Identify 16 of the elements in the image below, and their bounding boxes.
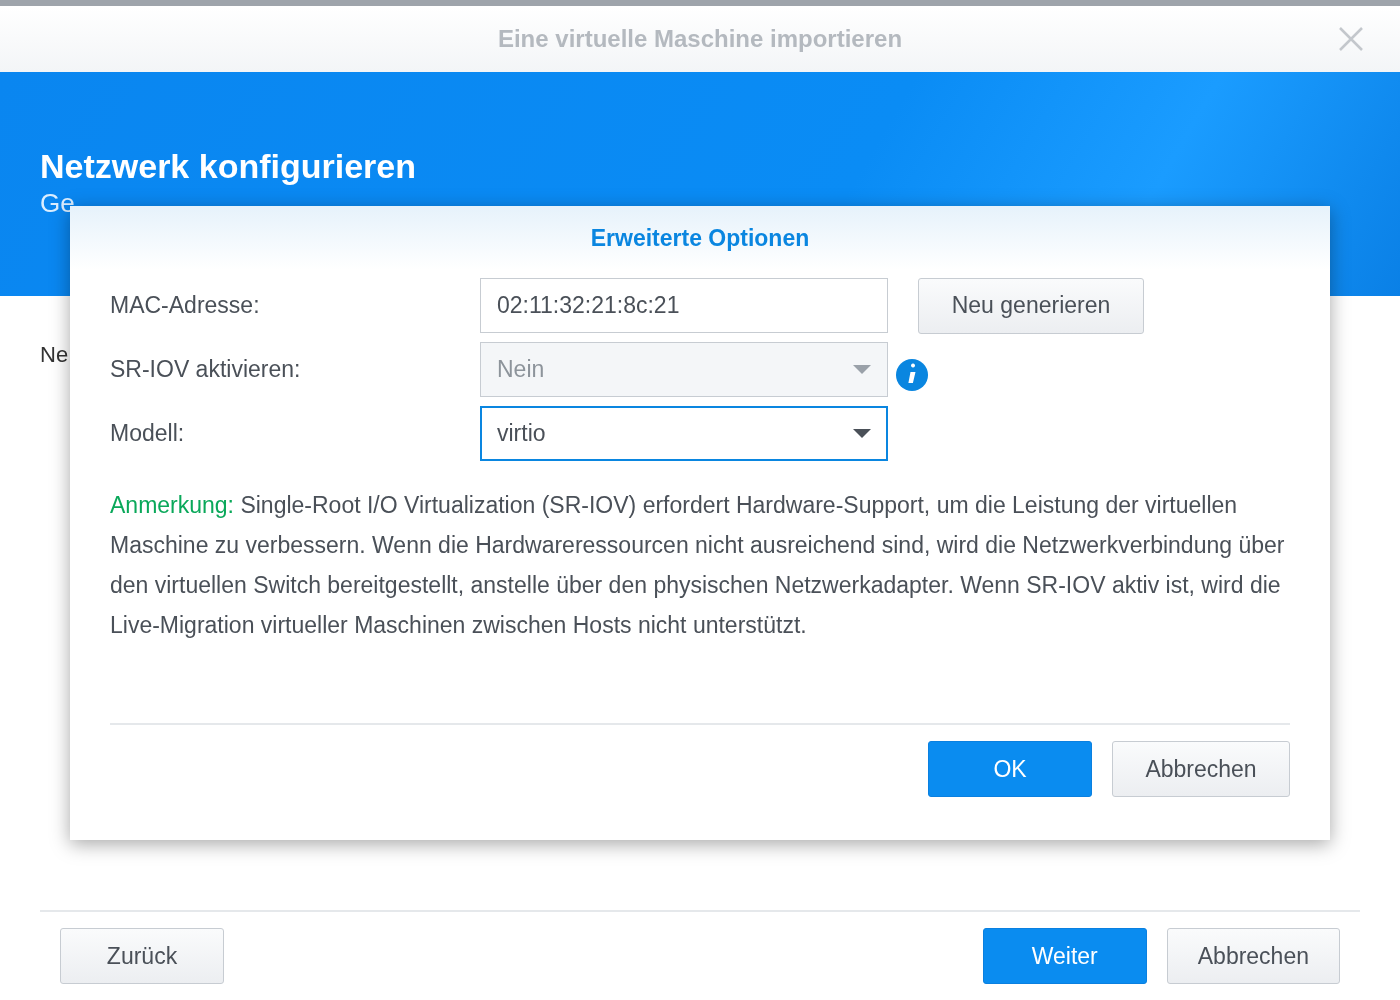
input-field[interactable]: 02:11:32:21:8c:21 [480, 278, 888, 333]
back-button[interactable]: Zurück [60, 928, 224, 984]
field-label: Modell: [110, 420, 186, 447]
note-text: Anmerkung: Single-Root I/O Virtualization (SR-IOV) erfordert Hardware-Support, um die Leistung der virtuellen Maschine zu verbessern. Wenn die Hardwareressourcen nicht ausreichend sind, wird die Netzwerkverbindung über den virtuellen Switch bereitgestellt, anstelle über den physischen Netzwerkadapter. Wenn SR-IOV aktiv ist, wird die Live-Migration virtueller Maschinen zwischen Hosts nicht unterstützt. [110, 491, 1286, 640]
window-title: Eine virtuelle Maschine importieren [497, 25, 903, 53]
field-label: SR-IOV aktivieren: [110, 356, 302, 383]
section-label: Ne [40, 342, 69, 367]
caret-icon [853, 365, 871, 374]
dialog-title: Erweiterte Optionen [70, 206, 1330, 270]
cancel-button[interactable]: Abbrechen [1112, 741, 1290, 797]
regenerate-button[interactable]: Neu generieren [918, 277, 1144, 334]
field-label: MAC-Adresse: [110, 292, 261, 319]
header-title: Netzwerk konfigurieren [40, 146, 417, 186]
dropdown[interactable]: virtio [480, 406, 888, 461]
cancel-button[interactable]: Abbrechen [1166, 928, 1340, 984]
caret-icon [853, 429, 871, 438]
